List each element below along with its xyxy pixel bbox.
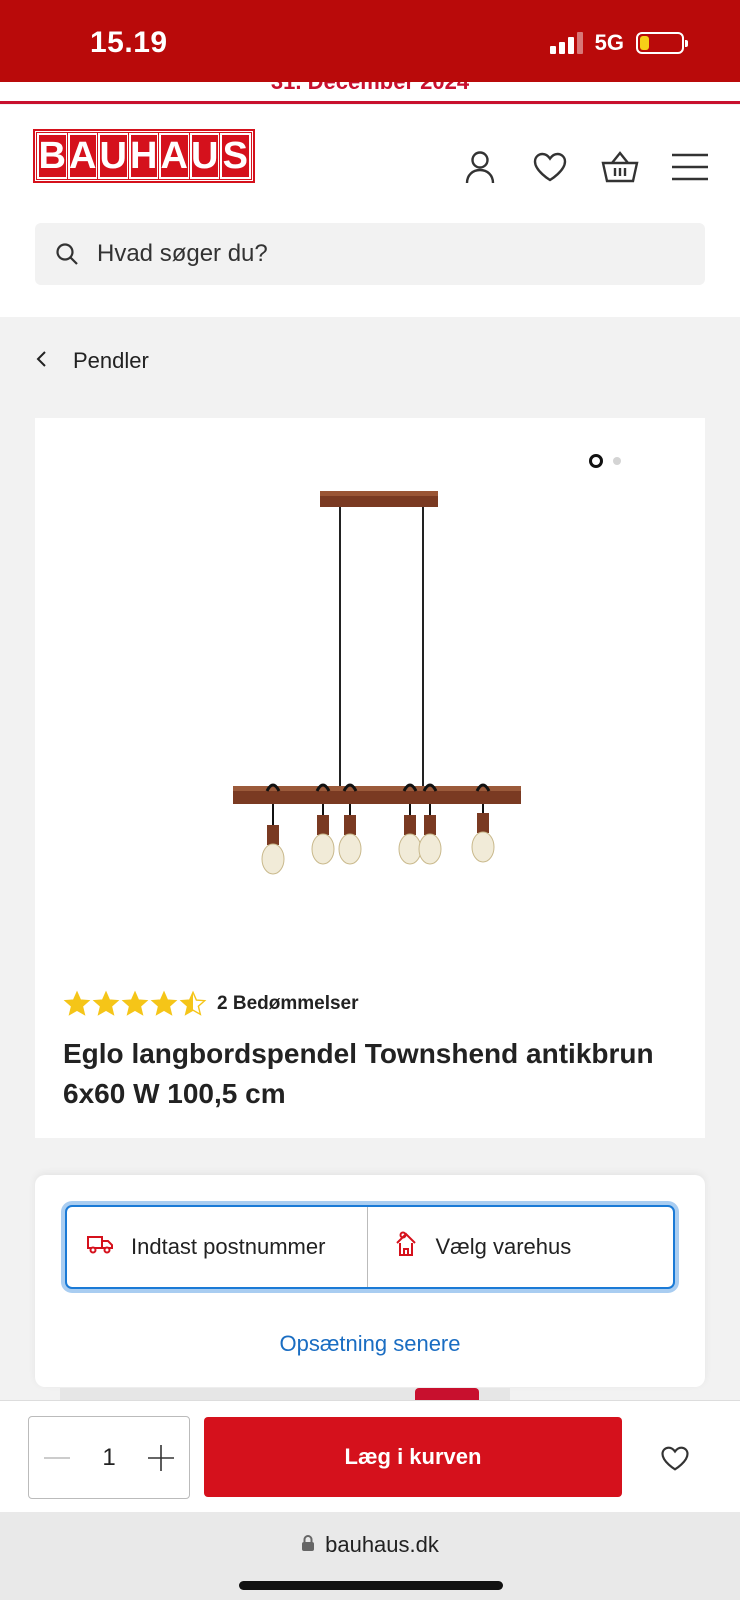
card-peek-accent — [415, 1388, 479, 1400]
signal-icon — [549, 32, 583, 54]
logo-letter: B — [36, 132, 69, 180]
delivery-options: Indtast postnummer Vælg varehus — [65, 1205, 675, 1289]
truck-icon — [87, 1234, 113, 1260]
search-icon — [53, 240, 81, 268]
quantity-stepper: 1 — [28, 1416, 190, 1499]
product-card: 2 Bedømmelser Eglo langbordspendel Towns… — [35, 418, 705, 1138]
postcode-label: Indtast postnummer — [131, 1234, 326, 1259]
lock-icon — [301, 1532, 315, 1558]
rating-count: 2 Bedømmelser — [217, 993, 359, 1014]
breadcrumb-label: Pendler — [73, 348, 149, 373]
delivery-card: Indtast postnummer Vælg varehus Opsætnin… — [35, 1175, 705, 1387]
rating-stars — [63, 990, 207, 1018]
heart-icon[interactable] — [530, 147, 570, 187]
status-bar: 15.19 5G — [0, 0, 740, 82]
plus-icon[interactable] — [147, 1444, 175, 1472]
basket-icon[interactable] — [600, 147, 640, 187]
star-icon — [150, 990, 178, 1016]
logo-letter: A — [66, 132, 99, 180]
header-actions — [460, 147, 710, 187]
setup-later-link[interactable]: Opsætning senere — [35, 1331, 705, 1357]
star-icon — [179, 990, 207, 1016]
browser-url-bar: bauhaus.dk — [0, 1512, 740, 1600]
site-header: BAUHAUS — [0, 105, 740, 317]
status-indicators: 5G — [549, 30, 688, 56]
star-icon — [92, 990, 120, 1016]
store-option[interactable]: Vælg varehus — [366, 1207, 674, 1287]
logo-letter: S — [219, 132, 252, 180]
chevron-left-icon — [35, 348, 47, 374]
network-type: 5G — [594, 30, 624, 55]
logo-letter: U — [97, 132, 130, 180]
bauhaus-logo[interactable]: BAUHAUS — [33, 129, 255, 183]
store-icon — [394, 1231, 418, 1263]
search-input[interactable] — [97, 240, 657, 268]
product-image[interactable] — [215, 473, 535, 903]
product-title: Eglo langbordspendel Townshend antikbrun… — [63, 1038, 654, 1109]
carousel-dots[interactable] — [589, 454, 621, 468]
battery-icon — [636, 32, 688, 54]
star-icon — [121, 990, 149, 1016]
breadcrumb[interactable]: Pendler — [35, 348, 149, 374]
promo-strip[interactable]: 31. December 2024 — [0, 82, 740, 104]
product-rating[interactable]: 2 Bedømmelser — [63, 990, 359, 1018]
logo-letter: A — [158, 132, 191, 180]
postcode-option[interactable]: Indtast postnummer — [67, 1207, 367, 1287]
quantity-value[interactable]: 1 — [102, 1444, 115, 1472]
heart-icon[interactable] — [658, 1441, 692, 1475]
account-icon[interactable] — [460, 147, 500, 187]
home-indicator[interactable] — [239, 1581, 503, 1590]
cart-bar: 1 Læg i kurven — [0, 1400, 740, 1512]
store-label: Vælg varehus — [435, 1234, 572, 1259]
carousel-dot[interactable] — [613, 457, 621, 465]
status-time: 15.19 — [90, 26, 168, 59]
search-bar[interactable] — [35, 223, 705, 285]
minus-icon[interactable] — [43, 1444, 71, 1472]
logo-letter: H — [127, 132, 160, 180]
address-bar[interactable]: bauhaus.dk — [0, 1532, 740, 1558]
star-icon — [63, 990, 91, 1016]
logo-letter: U — [188, 132, 221, 180]
menu-icon[interactable] — [670, 147, 710, 187]
add-to-cart-button[interactable]: Læg i kurven — [204, 1417, 622, 1497]
url-text: bauhaus.dk — [325, 1532, 439, 1557]
promo-text: 31. December 2024 — [0, 82, 740, 95]
carousel-dot-active[interactable] — [589, 454, 603, 468]
